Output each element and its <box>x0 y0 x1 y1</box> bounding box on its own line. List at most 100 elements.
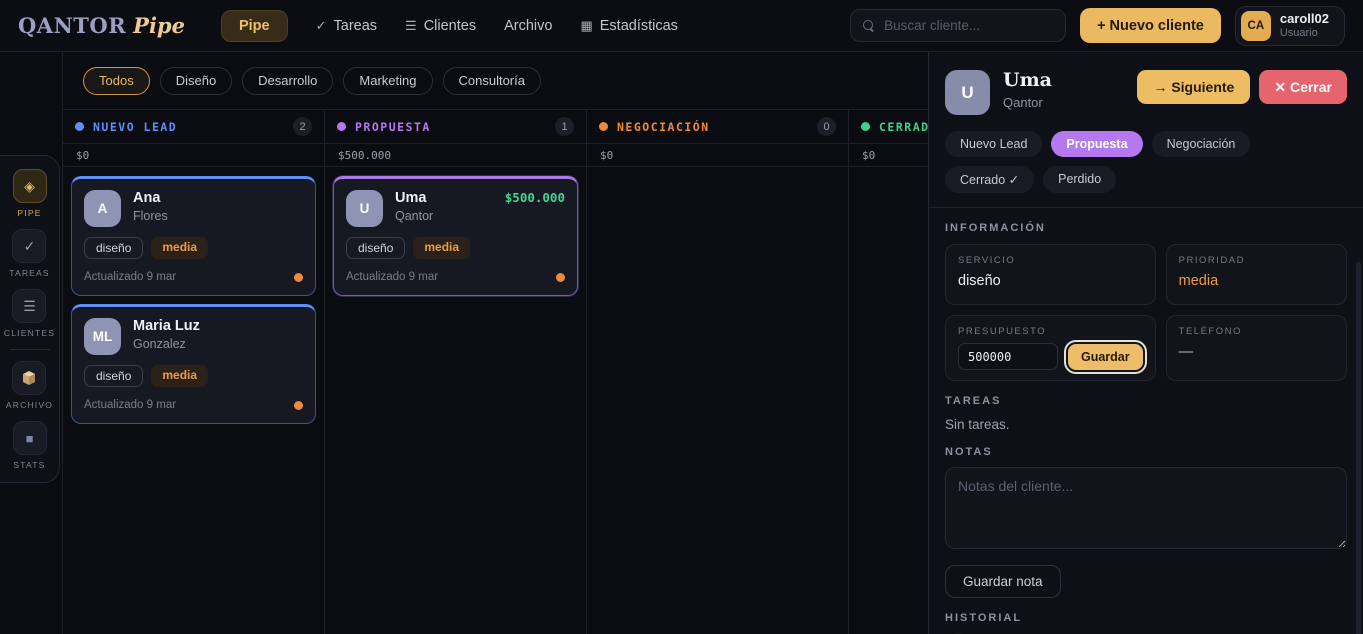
column-nuevo-lead: NUEVO LEAD 2 $0 A Ana Flores <box>63 110 325 634</box>
info-card-prioridad: PRIORIDAD media <box>1166 244 1347 305</box>
info-card-presupuesto: PRESUPUESTO Guardar <box>945 315 1156 381</box>
list-icon: ☰ <box>405 18 417 34</box>
column-total: $0 <box>63 144 324 167</box>
sidebar-item-tareas[interactable]: ✓ TAREAS <box>9 229 50 278</box>
nav-tab-archivo[interactable]: Archivo <box>504 18 552 34</box>
section-title-historial: HISTORIAL <box>945 612 1347 624</box>
stage-dot <box>861 122 870 131</box>
next-stage-button[interactable]: → Siguiente <box>1137 70 1250 104</box>
column-title: NUEVO LEAD <box>93 120 177 134</box>
list-icon: ☰ <box>12 289 46 323</box>
servicio-label: SERVICIO <box>958 255 1143 266</box>
card-tags: diseño media <box>84 365 303 387</box>
pipe-diamond-icon: ◈ <box>13 169 47 203</box>
service-tag: diseño <box>84 365 143 387</box>
panel-scrollbar[interactable] <box>1356 262 1361 634</box>
search-input[interactable] <box>884 18 1061 33</box>
card-names: Uma Qantor <box>395 190 433 227</box>
filter-consultoria[interactable]: Consultoría <box>443 67 541 95</box>
check-icon: ✓ <box>12 229 46 263</box>
updated-label: Actualizado 9 mar <box>84 399 176 411</box>
save-note-button[interactable]: Guardar nota <box>945 565 1061 598</box>
column-cards <box>587 167 848 185</box>
close-panel-button[interactable]: ✕ Cerrar <box>1259 70 1347 104</box>
tasks-empty-text: Sin tareas. <box>945 417 1347 432</box>
column-total: $500.000 <box>325 144 586 167</box>
updated-label: Actualizado 9 mar <box>84 271 176 283</box>
save-budget-button[interactable]: Guardar <box>1068 344 1143 370</box>
client-last-name: Gonzalez <box>133 337 200 351</box>
card-names: Ana Flores <box>133 190 168 227</box>
filter-marketing[interactable]: Marketing <box>343 67 432 95</box>
stage-chip-cerrado[interactable]: Cerrado ✓ <box>945 166 1034 193</box>
notes-textarea[interactable] <box>945 467 1347 549</box>
card-tags: diseño media <box>346 237 565 259</box>
priority-dot-icon <box>294 401 303 410</box>
budget-row: Guardar <box>958 343 1143 370</box>
package-box-icon-svg <box>21 370 37 386</box>
nav-tab-estadisticas[interactable]: ▦ Estadísticas <box>580 18 677 34</box>
main-nav: Pipe ✓ Tareas ☰ Clientes Archivo ▦ Estad… <box>221 10 678 42</box>
sidebar-item-pipe-label: PIPE <box>17 208 41 218</box>
client-search[interactable] <box>850 9 1066 42</box>
sidebar-item-clientes[interactable]: ☰ CLIENTES <box>4 289 55 338</box>
grid-icon: ▦ <box>580 18 592 34</box>
sidebar-item-clientes-label: CLIENTES <box>4 328 55 338</box>
column-negociacion: NEGOCIACIÓN 0 $0 <box>587 110 849 634</box>
column-nuevo-lead-header: NUEVO LEAD 2 <box>63 110 324 144</box>
profile-text: caroll02 Usuario <box>1280 12 1329 40</box>
sidebar-divider <box>10 349 50 350</box>
card-header: ML Maria Luz Gonzalez <box>84 318 303 355</box>
filter-diseno[interactable]: Diseño <box>160 67 232 95</box>
client-first-name: Uma <box>395 190 433 207</box>
nav-tab-archivo-label: Archivo <box>504 18 552 34</box>
service-tag: diseño <box>346 237 405 259</box>
card-header: A Ana Flores <box>84 190 303 227</box>
card-names: Maria Luz Gonzalez <box>133 318 200 355</box>
column-title: NEGOCIACIÓN <box>617 120 710 134</box>
sidebar-item-stats[interactable]: ■ STATS <box>13 421 47 470</box>
brand-product: Pipe <box>133 13 185 38</box>
navbar-right: + Nuevo cliente CA caroll02 Usuario <box>850 6 1345 46</box>
client-detail-panel: U Uma Qantor → Siguiente ✕ Cerrar Nuevo … <box>928 52 1363 634</box>
client-first-name: Ana <box>133 190 168 207</box>
client-last-name: Flores <box>133 209 168 223</box>
avatar: A <box>84 190 121 227</box>
stage-chip-nuevo-lead[interactable]: Nuevo Lead <box>945 131 1042 157</box>
sidebar-item-pipe[interactable]: ◈ PIPE <box>13 169 47 218</box>
new-client-button[interactable]: + Nuevo cliente <box>1080 8 1221 43</box>
client-card-maria-luz[interactable]: ML Maria Luz Gonzalez diseño media Actua… <box>71 304 316 424</box>
stage-dot <box>75 122 84 131</box>
stats-square-icon: ■ <box>13 421 47 455</box>
client-card-ana[interactable]: A Ana Flores diseño media Actualizado 9 … <box>71 176 316 296</box>
nav-tab-pipe[interactable]: Pipe <box>221 10 288 42</box>
nav-tab-clientes[interactable]: ☰ Clientes <box>405 18 476 34</box>
client-card-uma-selected[interactable]: U Uma Qantor $500.000 diseño media <box>333 176 578 296</box>
column-count-badge: 2 <box>293 117 312 136</box>
section-title-tareas: TAREAS <box>945 395 1347 407</box>
stage-selector: Nuevo Lead Propuesta Negociación Cerrado… <box>945 131 1347 193</box>
column-propuesta-header: PROPUESTA 1 <box>325 110 586 144</box>
deal-amount: $500.000 <box>505 190 565 227</box>
telefono-value: — <box>1179 344 1334 360</box>
priority-tag: media <box>151 365 208 387</box>
profile-chip[interactable]: CA caroll02 Usuario <box>1235 6 1345 46</box>
stage-chip-perdido[interactable]: Perdido <box>1043 166 1116 193</box>
column-total: $0 <box>587 144 848 167</box>
profile-username: caroll02 <box>1280 12 1329 27</box>
stage-chip-negociacion[interactable]: Negociación <box>1152 131 1251 157</box>
brand-logo: QANTOR Pipe <box>18 13 185 38</box>
filter-todos[interactable]: Todos <box>83 67 150 95</box>
budget-input[interactable] <box>958 343 1058 370</box>
sidebar-item-archivo[interactable]: ARCHIVO <box>6 361 53 410</box>
servicio-value: diseño <box>958 273 1143 289</box>
filter-desarrollo[interactable]: Desarrollo <box>242 67 333 95</box>
panel-client-names: Uma Qantor <box>1003 70 1052 110</box>
nav-tab-tareas[interactable]: ✓ Tareas <box>316 18 377 34</box>
stage-chip-propuesta[interactable]: Propuesta <box>1051 131 1142 157</box>
column-cards: A Ana Flores diseño media Actualizado 9 … <box>63 167 324 433</box>
priority-tag: media <box>413 237 470 259</box>
priority-dot-icon <box>556 273 565 282</box>
panel-header: U Uma Qantor → Siguiente ✕ Cerrar <box>945 70 1347 115</box>
presupuesto-label: PRESUPUESTO <box>958 326 1143 337</box>
